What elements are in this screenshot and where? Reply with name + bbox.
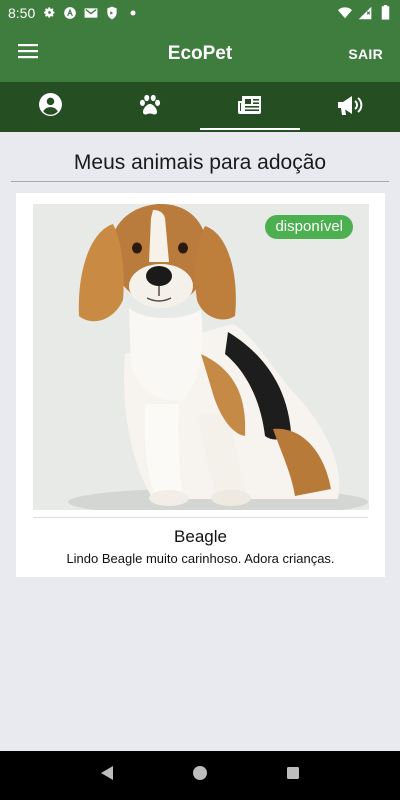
system-nav-bar — [0, 751, 400, 800]
vpn-icon — [63, 6, 77, 20]
tab-announcements[interactable] — [300, 82, 400, 132]
pet-photo: disponível — [33, 204, 369, 510]
wifi-icon — [338, 6, 352, 20]
newspaper-icon — [237, 94, 263, 121]
recents-icon — [286, 766, 300, 785]
pet-card[interactable]: disponível Beagle Lindo Beagle muito car… — [16, 193, 385, 577]
home-icon — [192, 765, 208, 786]
recents-button[interactable] — [273, 756, 313, 796]
logout-button[interactable]: SAIR — [348, 46, 383, 62]
card-divider — [33, 517, 368, 518]
menu-icon — [18, 43, 38, 64]
page-title: Meus animais para adoção — [73, 151, 327, 174]
status-bar: 8:50 — [0, 0, 400, 25]
megaphone-icon — [336, 94, 364, 121]
back-icon — [99, 765, 115, 786]
paw-icon — [137, 92, 163, 123]
status-badge: disponível — [265, 215, 353, 239]
main-content: Meus animais para adoção disponível Beag… — [0, 132, 400, 751]
app-title: EcoPet — [167, 42, 233, 64]
app-bar: EcoPet SAIR — [0, 25, 400, 82]
battery-icon — [378, 5, 392, 20]
status-bar-left: 8:50 — [8, 5, 140, 21]
settings-icon — [42, 6, 56, 20]
status-time: 8:50 — [8, 4, 36, 21]
tab-profile[interactable] — [0, 82, 100, 132]
account-icon — [38, 92, 63, 122]
tab-pets[interactable] — [100, 82, 200, 132]
pet-name: Beagle — [174, 527, 227, 546]
gmail-icon — [84, 6, 98, 20]
beagle-illustration — [33, 204, 369, 510]
back-button[interactable] — [87, 756, 127, 796]
tab-my-pets[interactable] — [200, 82, 300, 132]
tab-bar — [0, 82, 400, 132]
dot-icon — [126, 6, 140, 20]
pet-description: Lindo Beagle muito carinhoso. Adora cria… — [66, 551, 335, 566]
status-bar-right — [338, 5, 392, 20]
menu-button[interactable] — [0, 25, 56, 82]
divider — [11, 181, 389, 182]
shield-icon — [105, 6, 119, 20]
home-button[interactable] — [180, 756, 220, 796]
signal-icon — [358, 6, 372, 20]
